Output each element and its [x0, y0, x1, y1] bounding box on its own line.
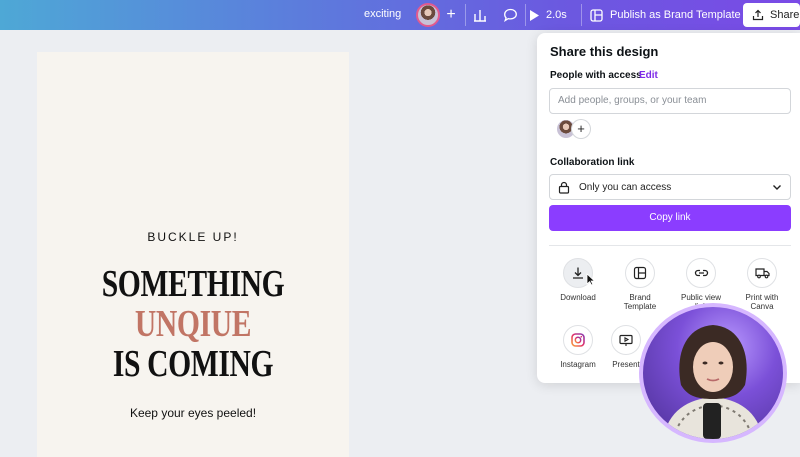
lock-icon [558, 181, 570, 194]
print-with-canva-option[interactable]: Print with Canva [727, 258, 797, 311]
toolbar-divider [525, 4, 526, 26]
headline-line-1[interactable]: SOMETHING [71, 265, 314, 303]
share-label: Share [770, 9, 800, 21]
play-icon [530, 9, 539, 21]
template-icon [590, 8, 603, 22]
duration-label: 2.0s [546, 9, 567, 21]
subline-text[interactable]: Keep your eyes peeled! [37, 406, 349, 420]
brand-template-option[interactable]: Brand Template [605, 258, 675, 311]
add-person-button[interactable]: + [572, 120, 590, 138]
instagram-icon [571, 333, 585, 347]
panel-title: Share this design [550, 44, 659, 59]
brand-template-icon [633, 266, 647, 280]
headline-line-2[interactable]: UNQIUE [71, 305, 314, 343]
presenter-video-image [663, 325, 763, 439]
present-duration-button[interactable]: 2.0s [528, 5, 567, 25]
design-page[interactable]: BUCKLE UP! SOMETHING UNQIUE IS COMING Ke… [37, 52, 349, 457]
option-label: Download [560, 293, 596, 302]
access-level-value: Only you can access [579, 181, 672, 193]
bar-chart-icon [474, 10, 486, 22]
top-toolbar: exciting + 2.0s Publish as Brand Templat… [0, 0, 800, 30]
people-access-label: People with access [550, 70, 642, 81]
chevron-down-icon [773, 185, 781, 190]
edit-access-link[interactable]: Edit [639, 70, 658, 81]
panel-divider [549, 245, 791, 246]
webcam-overlay [639, 303, 787, 443]
kicker-text[interactable]: BUCKLE UP! [37, 230, 349, 244]
toolbar-divider [581, 4, 582, 26]
insights-button[interactable] [469, 5, 491, 25]
comment-icon [503, 8, 517, 22]
option-label: Instagram [560, 360, 596, 369]
mouse-cursor-icon [586, 273, 595, 286]
download-option[interactable]: Download [543, 258, 613, 302]
download-icon [573, 267, 583, 279]
share-upload-icon [752, 9, 764, 21]
publish-label: Publish as Brand Template [610, 9, 741, 21]
copy-link-button[interactable]: Copy link [549, 205, 791, 231]
present-icon [619, 334, 633, 346]
toolbar-divider [465, 4, 466, 26]
publish-brand-template-button[interactable]: Publish as Brand Template [590, 5, 741, 25]
truck-icon [754, 268, 770, 279]
instagram-option[interactable]: Instagram [543, 325, 613, 369]
add-collaborator-button[interactable]: + [443, 5, 459, 25]
headline-line-3[interactable]: IS COMING [71, 345, 314, 383]
link-icon [694, 269, 708, 277]
add-people-input[interactable]: Add people, groups, or your team [549, 88, 791, 114]
collaboration-link-label: Collaboration link [550, 157, 635, 168]
share-button[interactable]: Share [743, 3, 800, 27]
access-level-select[interactable]: Only you can access [549, 174, 791, 200]
design-title[interactable]: exciting [364, 8, 401, 20]
comments-button[interactable] [499, 5, 521, 25]
collaborator-avatar[interactable] [416, 3, 440, 27]
